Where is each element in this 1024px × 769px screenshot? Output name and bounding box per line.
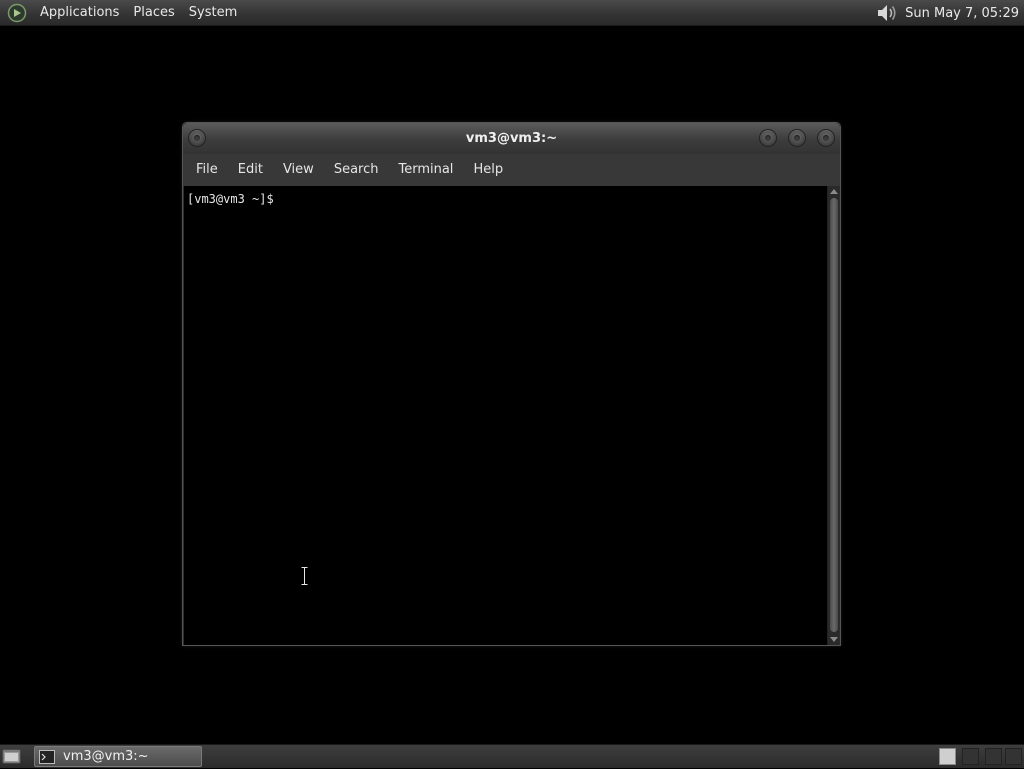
menu-help[interactable]: Help [463, 154, 513, 186]
system-menu[interactable]: System [182, 0, 244, 26]
window-title: vm3@vm3:~ [465, 131, 558, 146]
applications-menu[interactable]: Applications [33, 0, 126, 26]
workspace-1[interactable] [939, 748, 956, 765]
scroll-down-icon[interactable] [830, 637, 838, 642]
terminal-text-area[interactable]: [vm3@vm3 ~]$ [184, 186, 827, 645]
terminal-icon [39, 749, 55, 764]
scrollbar-thumb[interactable] [829, 197, 839, 633]
taskbar-label: vm3@vm3:~ [63, 749, 149, 764]
close-button[interactable] [817, 129, 835, 147]
minimize-button[interactable] [759, 129, 777, 147]
text-cursor-icon [301, 567, 308, 585]
places-menu[interactable]: Places [126, 0, 181, 26]
window-titlebar[interactable]: vm3@vm3:~ [183, 123, 840, 154]
show-desktop-icon[interactable] [2, 748, 22, 765]
menu-search[interactable]: Search [324, 154, 389, 186]
top-panel: Applications Places System Sun May 7, 05… [0, 0, 1024, 26]
scrollbar[interactable] [827, 186, 839, 645]
workspace-3[interactable] [985, 748, 1002, 765]
menu-terminal[interactable]: Terminal [388, 154, 463, 186]
notification-area: Sun May 7, 05:29 [875, 0, 1024, 26]
maximize-button[interactable] [788, 129, 806, 147]
clock[interactable]: Sun May 7, 05:29 [905, 6, 1024, 21]
workspace-4[interactable] [1005, 748, 1022, 765]
terminal-menubar: File Edit View Search Terminal Help [183, 154, 840, 186]
bottom-panel: vm3@vm3:~ [0, 744, 1024, 768]
menu-view[interactable]: View [273, 154, 324, 186]
taskbar-terminal-button[interactable]: vm3@vm3:~ [34, 746, 202, 767]
window-menu-button[interactable] [188, 129, 206, 147]
workspace-2[interactable] [962, 748, 979, 765]
terminal-window: vm3@vm3:~ File Edit View Search Terminal… [182, 122, 841, 646]
distro-logo-icon[interactable] [7, 3, 27, 23]
scroll-up-icon[interactable] [830, 189, 838, 194]
shell-prompt: [vm3@vm3 ~]$ [187, 192, 274, 206]
volume-icon[interactable] [875, 2, 899, 24]
menu-edit[interactable]: Edit [228, 154, 273, 186]
menu-file[interactable]: File [186, 154, 228, 186]
